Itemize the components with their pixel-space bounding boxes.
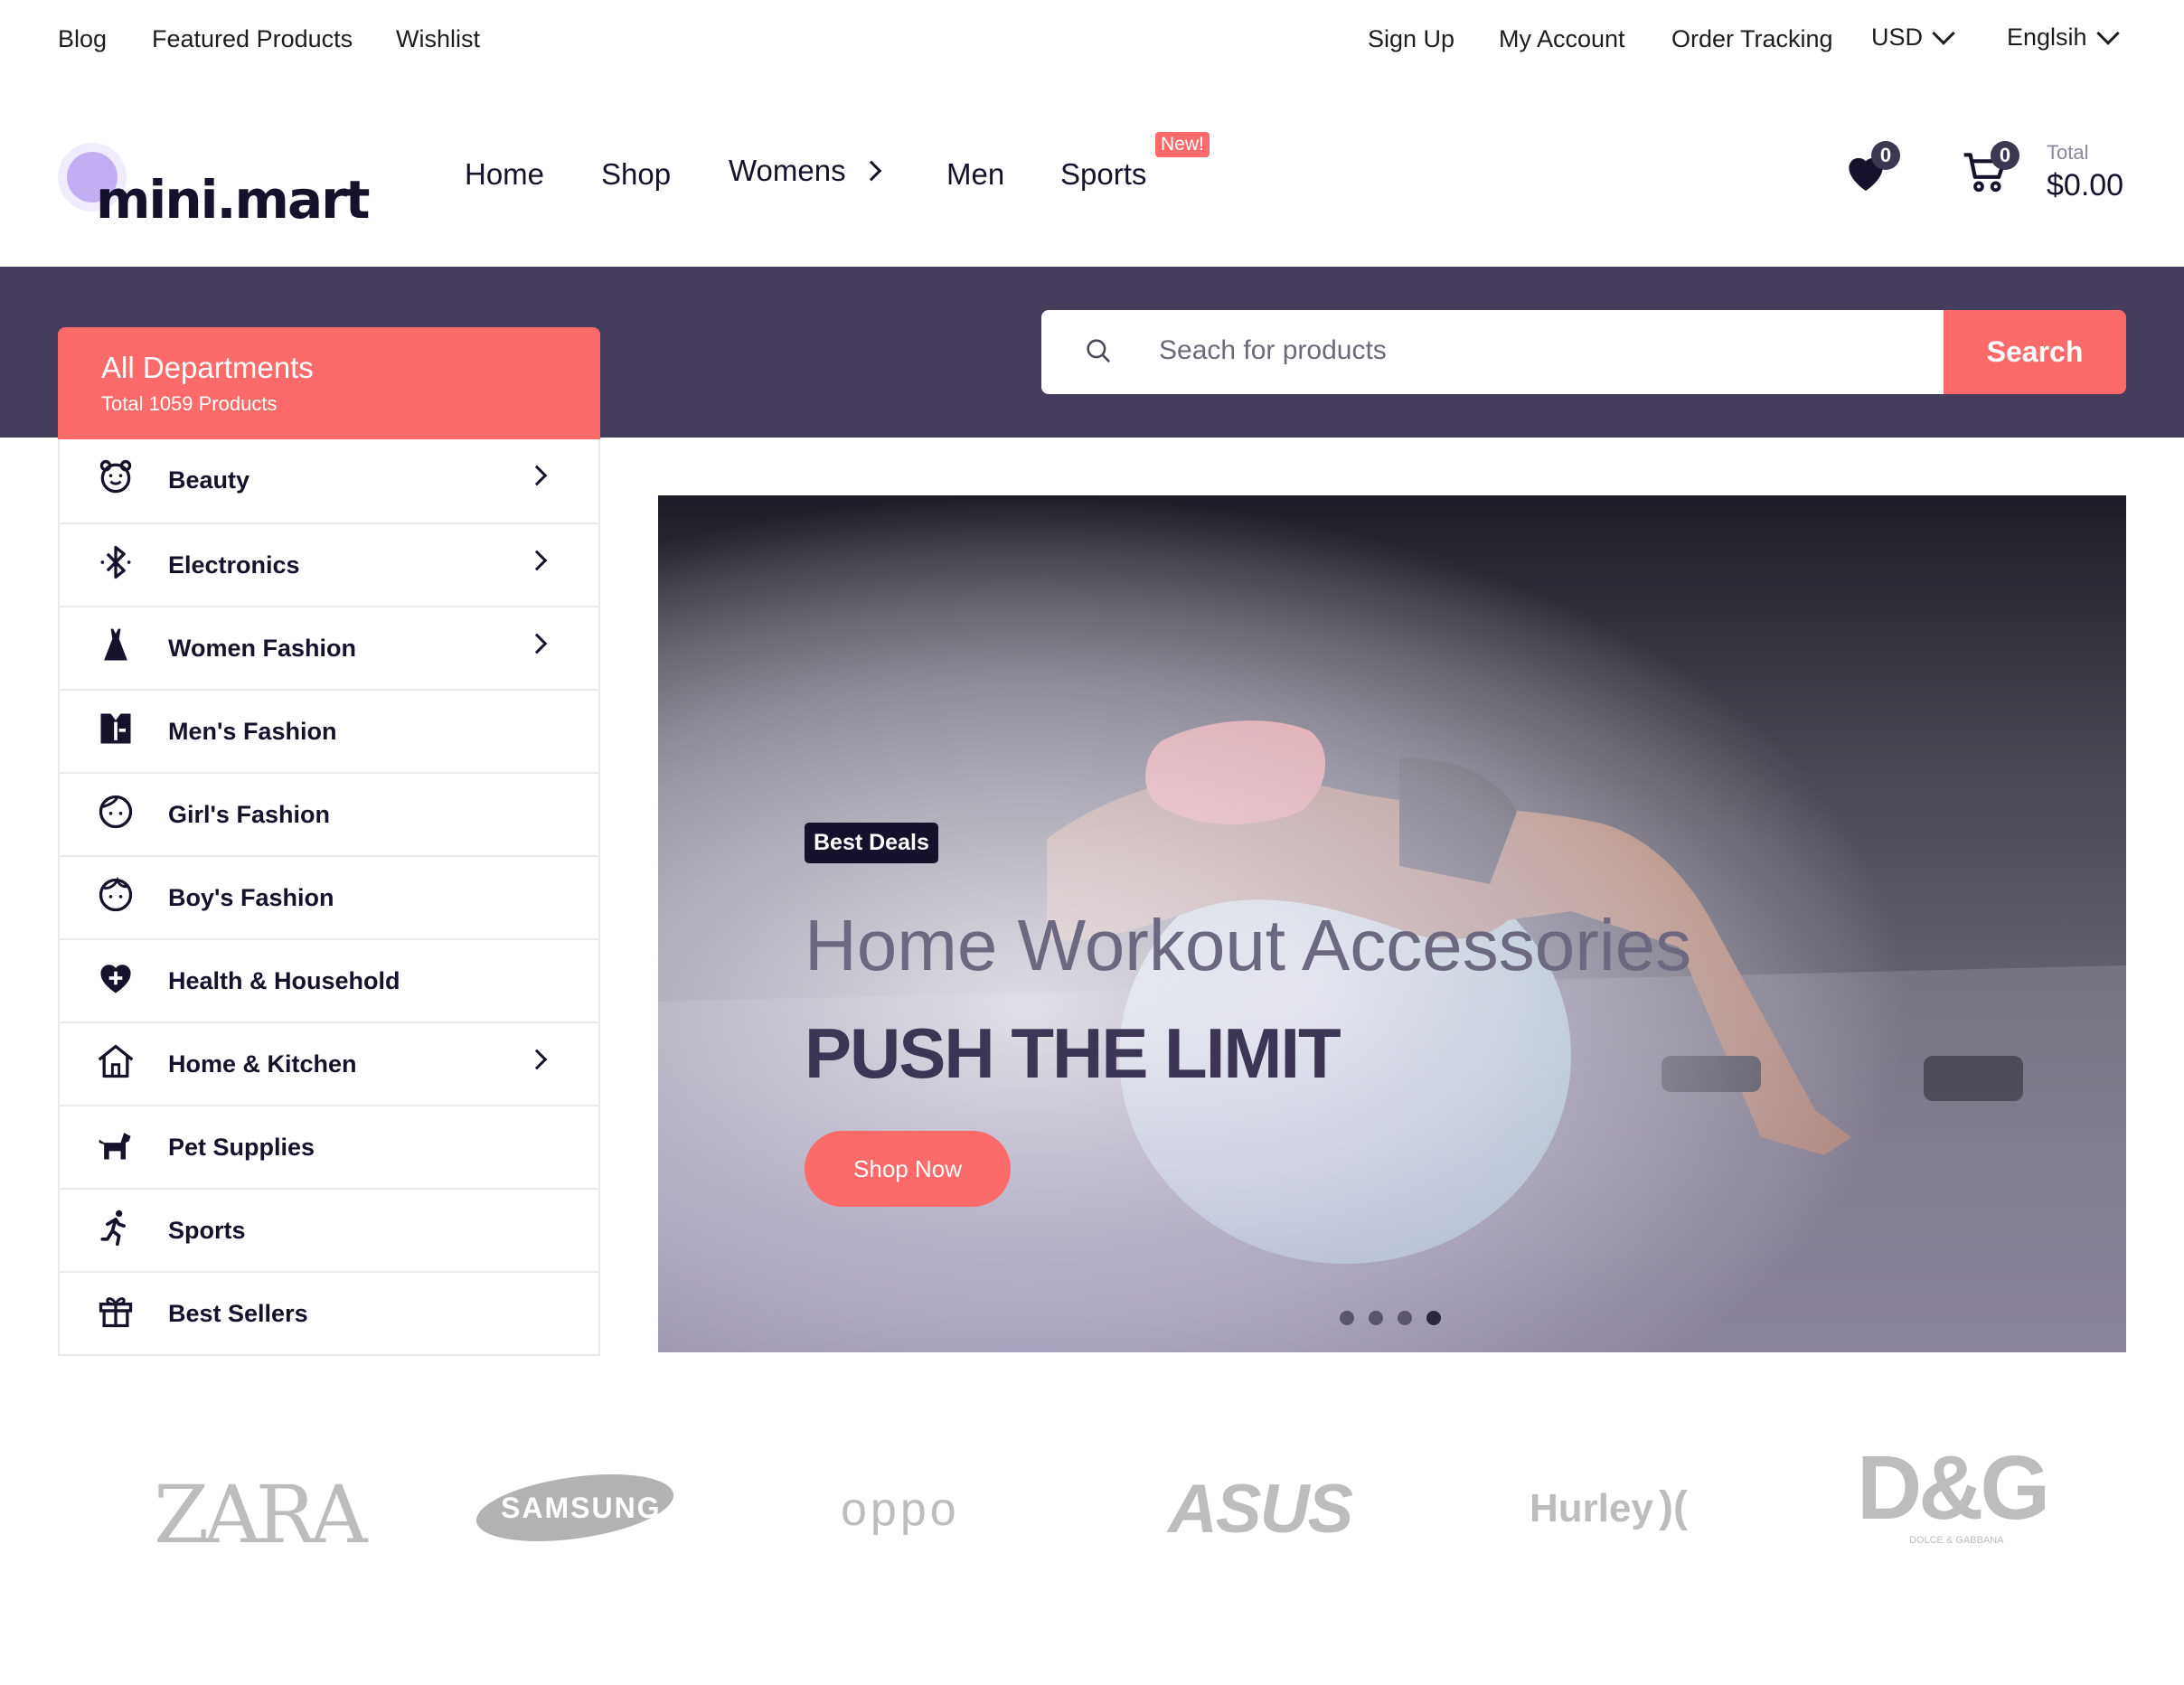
- hero-title: Home Workout Accessories: [805, 905, 1692, 985]
- dg-text: D&G: [1857, 1437, 2050, 1539]
- gift-icon: [99, 1297, 133, 1328]
- brand-oppo-logo[interactable]: oppo: [841, 1483, 960, 1537]
- dress-icon: [104, 628, 127, 661]
- cart-button[interactable]: 0: [1960, 141, 2023, 199]
- search-icon: [1087, 339, 1110, 362]
- brand-dg-logo[interactable]: D&G DOLCE & GABBANA: [1857, 1437, 2050, 1548]
- order-tracking-link[interactable]: Order Tracking: [1671, 25, 1833, 53]
- dept-item-home-kitchen[interactable]: Home & Kitchen: [60, 1021, 598, 1105]
- dept-label: Sports: [168, 1217, 246, 1244]
- dept-item-sports[interactable]: Sports: [60, 1188, 598, 1271]
- departments-list: Beauty Electronics Women Fashion Men's F…: [58, 439, 600, 1356]
- slider-dot[interactable]: [1369, 1311, 1383, 1325]
- new-badge: New!: [1155, 132, 1210, 157]
- top-bar: Blog Featured Products Wishlist Sign Up …: [0, 0, 2184, 80]
- all-departments-header[interactable]: All Departments Total 1059 Products: [58, 327, 600, 439]
- my-account-link[interactable]: My Account: [1499, 25, 1625, 53]
- dept-item-pet-supplies[interactable]: Pet Supplies: [60, 1105, 598, 1188]
- dept-item-best-sellers[interactable]: Best Sellers: [60, 1271, 598, 1354]
- dept-label: Best Sellers: [168, 1300, 308, 1327]
- logo-text: mini.mart: [96, 169, 370, 231]
- hurley-mark-icon: )(: [1658, 1483, 1688, 1531]
- dept-item-girls-fashion[interactable]: Girl's Fashion: [60, 772, 598, 855]
- runner-icon: [100, 1210, 126, 1247]
- nav-shop[interactable]: Shop: [601, 157, 671, 192]
- dept-label: Girl's Fashion: [168, 801, 330, 828]
- cart-count: 0: [1991, 141, 2019, 170]
- currency-value: USD: [1871, 24, 1924, 51]
- chevron-right-icon: [526, 633, 548, 654]
- dept-label: Electronics: [168, 551, 300, 579]
- dept-item-mens-fashion[interactable]: Men's Fashion: [60, 689, 598, 772]
- wishlist-count: 0: [1871, 141, 1900, 170]
- hero-slider: Best Deals Home Workout Accessories PUSH…: [658, 495, 2126, 1352]
- brand-asus-logo[interactable]: ASUS: [1168, 1470, 1353, 1549]
- dept-label: Men's Fashion: [168, 718, 337, 745]
- wishlist-button[interactable]: 0: [1840, 141, 1900, 199]
- departments-subtitle: Total 1059 Products: [101, 392, 278, 415]
- search-button[interactable]: Search: [1944, 310, 2126, 394]
- brand-zara-logo[interactable]: ZARA: [154, 1468, 368, 1561]
- search-placeholder: Seach for products: [1159, 335, 1387, 365]
- dept-label: Home & Kitchen: [168, 1050, 357, 1078]
- dept-item-beauty[interactable]: Beauty: [60, 439, 598, 522]
- shop-now-button[interactable]: Shop Now: [805, 1131, 1011, 1207]
- slider-dot[interactable]: [1340, 1311, 1354, 1325]
- dg-subtext: DOLCE & GABBANA: [1909, 1535, 2004, 1546]
- featured-products-link[interactable]: Featured Products: [152, 25, 353, 53]
- chevron-right-icon: [526, 1049, 548, 1070]
- dept-item-electronics[interactable]: Electronics: [60, 522, 598, 606]
- dept-label: Health & Household: [168, 967, 400, 994]
- wishlist-link[interactable]: Wishlist: [396, 25, 480, 53]
- dept-label: Boy's Fashion: [168, 884, 334, 911]
- currency-dropdown[interactable]: USD: [1871, 21, 1955, 52]
- departments-title: All Departments: [101, 351, 314, 384]
- health-heart-icon: [100, 965, 131, 993]
- dept-item-women-fashion[interactable]: Women Fashion: [60, 606, 598, 689]
- slider-dot-active[interactable]: [1426, 1311, 1441, 1325]
- cart-total-label: Total: [2047, 141, 2089, 164]
- blog-link[interactable]: Blog: [58, 25, 107, 53]
- dept-label: Women Fashion: [168, 635, 357, 662]
- dept-item-boys-fashion[interactable]: Boy's Fashion: [60, 855, 598, 938]
- nav-womens-label: Womens: [729, 154, 846, 187]
- dept-label: Pet Supplies: [168, 1134, 315, 1161]
- dog-icon: [99, 1133, 131, 1160]
- nav-home[interactable]: Home: [465, 157, 544, 192]
- dept-label: Beauty: [168, 466, 250, 494]
- slider-dots: [1340, 1311, 1441, 1325]
- nav-men[interactable]: Men: [946, 157, 1004, 192]
- chevron-right-icon: [861, 160, 881, 182]
- hurley-text: Hurley: [1530, 1486, 1653, 1530]
- chevron-right-icon: [526, 465, 548, 486]
- nav-womens[interactable]: Womens: [729, 154, 881, 188]
- hero-subtitle: PUSH THE LIMIT: [805, 1013, 1341, 1093]
- house-icon: [98, 1044, 134, 1078]
- chevron-down-icon: [2095, 21, 2120, 45]
- best-deals-badge: Best Deals: [805, 823, 938, 863]
- slider-dot[interactable]: [1398, 1311, 1412, 1325]
- nav-sports[interactable]: Sports: [1060, 157, 1146, 192]
- cart-total-value: $0.00: [2047, 168, 2124, 202]
- brand-samsung-logo[interactable]: SAMSUNG: [474, 1473, 676, 1542]
- chevron-right-icon: [526, 550, 548, 571]
- main-header: mini.mart Home Shop Womens Men Sports Ne…: [0, 80, 2184, 267]
- bluetooth-icon: [100, 545, 131, 579]
- suit-icon: [100, 713, 131, 744]
- language-value: Englsih: [2007, 24, 2087, 51]
- dept-item-health-household[interactable]: Health & Household: [60, 938, 598, 1021]
- girl-face-icon: [99, 795, 133, 829]
- boy-face-icon: [99, 876, 133, 912]
- sign-up-link[interactable]: Sign Up: [1368, 25, 1454, 53]
- chevron-down-icon: [1932, 21, 1955, 45]
- brand-hurley-logo[interactable]: Hurley)(: [1530, 1483, 1688, 1532]
- logo[interactable]: mini.mart: [58, 112, 392, 226]
- bear-face-icon: [99, 459, 132, 494]
- samsung-text: SAMSUNG: [501, 1492, 662, 1524]
- language-dropdown[interactable]: Englsih: [2007, 21, 2120, 52]
- search-input[interactable]: Seach for products: [1041, 310, 1944, 394]
